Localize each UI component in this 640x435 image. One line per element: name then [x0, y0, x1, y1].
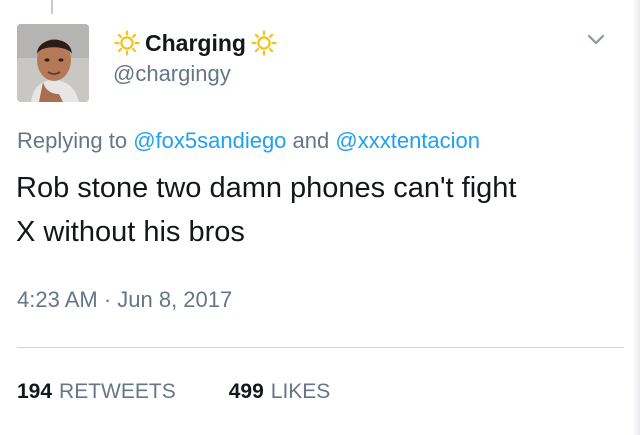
tweet-text-line: X without his bros	[16, 216, 245, 248]
tweet-text: Rob stone two damn phones can't fight X …	[16, 166, 616, 254]
avatar[interactable]	[17, 24, 89, 102]
retweets-label: RETWEETS	[59, 380, 176, 403]
reply-context: Replying to @fox5sandiego and @xxxtentac…	[17, 128, 480, 153]
display-name-row[interactable]: Charging	[114, 28, 277, 58]
user-handle[interactable]: @chargingy	[113, 63, 231, 85]
chevron-down-icon[interactable]	[586, 33, 606, 47]
display-name[interactable]: Charging	[145, 31, 246, 55]
reply-mention-fox5sandiego[interactable]: @fox5sandiego	[133, 128, 286, 153]
engagement-stats: 194 RETWEETS 499 LIKES	[17, 381, 330, 402]
reply-and: and	[292, 128, 330, 153]
tweet-timestamp[interactable]: 4:23 AM · Jun 8, 2017	[17, 289, 232, 311]
likes-stat[interactable]: 499 LIKES	[229, 381, 331, 402]
tweet-text-line: Rob stone two damn phones can't fight	[16, 172, 517, 204]
reply-mention-xxxtentacion[interactable]: @xxxtentacion	[335, 128, 480, 153]
thread-connector-line	[51, 0, 53, 14]
likes-label: LIKES	[270, 380, 331, 403]
sun-icon	[114, 30, 140, 56]
avatar-image	[17, 24, 89, 102]
reply-prefix: Replying to	[17, 128, 128, 153]
likes-count: 499	[228, 380, 264, 403]
retweets-stat[interactable]: 194 RETWEETS	[17, 381, 176, 402]
divider	[17, 347, 624, 348]
retweets-count: 194	[17, 380, 53, 403]
sun-icon	[251, 30, 277, 56]
screen-edge	[632, 0, 640, 435]
